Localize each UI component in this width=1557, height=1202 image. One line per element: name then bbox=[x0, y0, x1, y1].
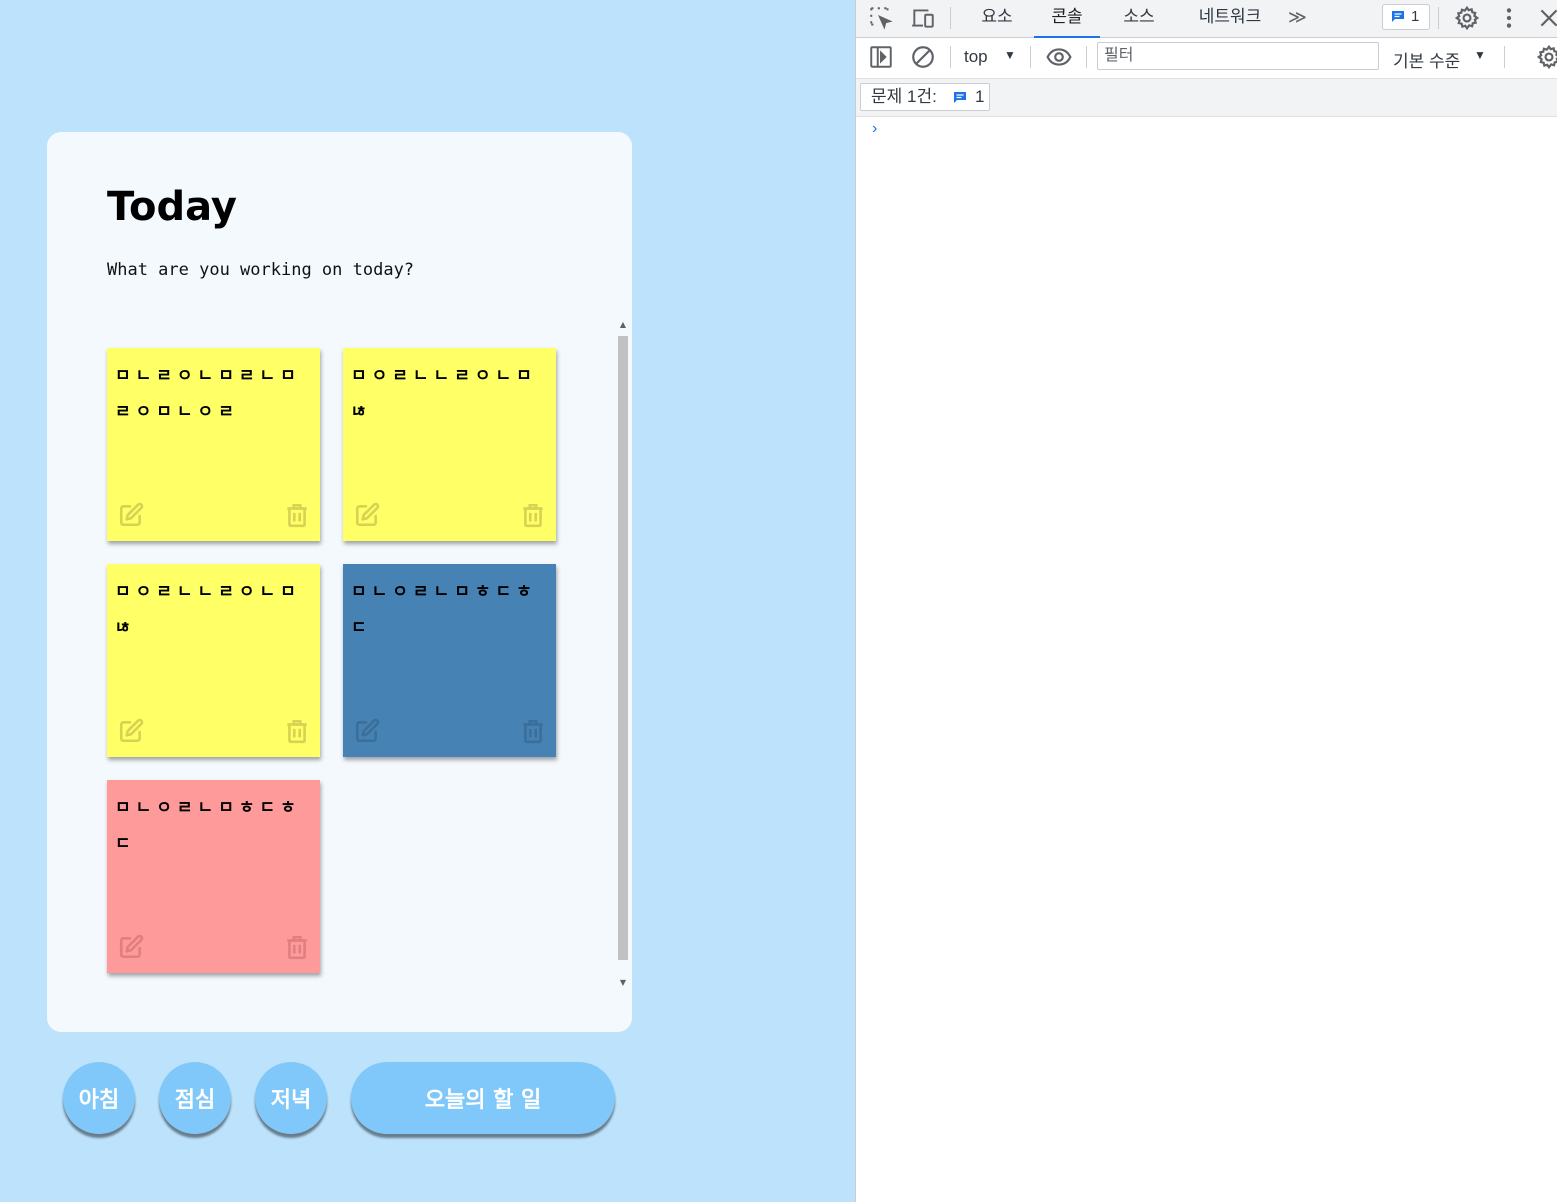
notes-scrollbar[interactable]: ▲ ▼ bbox=[616, 318, 630, 990]
more-options-icon[interactable] bbox=[1496, 5, 1522, 31]
trash-icon[interactable] bbox=[520, 502, 546, 528]
sticky-note[interactable]: ㅁㄴㅇㄹㄴㅁㅎㄷㅎㄷ bbox=[343, 564, 556, 757]
edit-icon[interactable] bbox=[118, 502, 144, 528]
scroll-down-arrow-icon[interactable]: ▼ bbox=[616, 976, 630, 990]
tab-network[interactable]: 네트워크 bbox=[1182, 0, 1278, 36]
toolbar-divider bbox=[1030, 46, 1031, 68]
today-card: Today What are you working on today? ㅁㄴㄹ… bbox=[47, 132, 632, 1032]
sticky-note[interactable]: ㅁㄴㄹㅇㄴㅁㄹㄴㅁㄹㅇㅁㄴㅇㄹ bbox=[107, 348, 320, 541]
message-icon bbox=[1392, 11, 1404, 22]
lunch-button[interactable]: 점심 bbox=[159, 1062, 231, 1134]
trash-icon[interactable] bbox=[520, 718, 546, 744]
sticky-note[interactable]: ㅁㅇㄹㄴㄴㄹㅇㄴㅁㄶ bbox=[107, 564, 320, 757]
live-expression-eye-icon[interactable] bbox=[1046, 44, 1072, 70]
message-icon bbox=[954, 92, 966, 103]
tab-elements[interactable]: 요소 bbox=[966, 0, 1028, 36]
log-level-selector[interactable]: 기본 수준 bbox=[1393, 47, 1460, 72]
page-title: Today bbox=[107, 184, 237, 230]
inspect-element-icon[interactable] bbox=[868, 5, 894, 31]
context-selector[interactable]: top bbox=[964, 47, 988, 67]
edit-icon[interactable] bbox=[354, 718, 380, 744]
issues-label: 문제 1건: bbox=[871, 87, 937, 106]
issues-badge-count: 1 bbox=[1411, 8, 1420, 25]
sticky-note[interactable]: ㅁㄴㅇㄹㄴㅁㅎㄷㅎㄷ bbox=[107, 780, 320, 973]
note-text: ㅁㄴㅇㄹㄴㅁㅎㄷㅎㄷ bbox=[351, 582, 537, 638]
device-toolbar-icon[interactable] bbox=[910, 5, 936, 31]
trash-icon[interactable] bbox=[284, 718, 310, 744]
note-text: ㅁㅇㄹㄴㄴㄹㅇㄴㅁㄶ bbox=[115, 582, 301, 638]
dinner-button[interactable]: 저녁 bbox=[255, 1062, 327, 1134]
settings-gear-icon[interactable] bbox=[1454, 5, 1480, 31]
console-prompt-chevron-icon[interactable]: › bbox=[872, 120, 877, 138]
note-text: ㅁㄴㅇㄹㄴㅁㅎㄷㅎㄷ bbox=[115, 798, 301, 854]
tab-console[interactable]: 콘솔 bbox=[1034, 0, 1100, 38]
edit-icon[interactable] bbox=[118, 718, 144, 744]
issues-link[interactable]: 문제 1건: 1 bbox=[860, 83, 990, 111]
morning-button[interactable]: 아침 bbox=[63, 1062, 135, 1134]
log-level-dropdown-arrow-icon[interactable]: ▼ bbox=[1474, 48, 1486, 62]
devtools-tab-bar: 요소 콘솔 소스 네트워크 ≫ 1 bbox=[856, 0, 1557, 38]
tab-sources[interactable]: 소스 bbox=[1108, 0, 1170, 36]
close-devtools-icon[interactable] bbox=[1536, 5, 1557, 31]
toolbar-divider bbox=[1438, 7, 1439, 29]
scrollbar-thumb[interactable] bbox=[618, 336, 628, 960]
trash-icon[interactable] bbox=[284, 934, 310, 960]
more-tabs-icon[interactable]: ≫ bbox=[1288, 0, 1307, 36]
scroll-up-arrow-icon[interactable]: ▲ bbox=[616, 318, 630, 332]
console-filter-input[interactable] bbox=[1097, 42, 1379, 70]
note-text: ㅁㄴㄹㅇㄴㅁㄹㄴㅁㄹㅇㅁㄴㅇㄹ bbox=[115, 366, 301, 422]
edit-icon[interactable] bbox=[118, 934, 144, 960]
devtools-panel: 요소 콘솔 소스 네트워크 ≫ 1 top ▼ 필터 기본 수준 ▼ 문제 1건… bbox=[855, 0, 1557, 1202]
console-sidebar-icon[interactable] bbox=[868, 44, 894, 70]
console-settings-gear-icon[interactable] bbox=[1536, 44, 1557, 70]
issues-count: 1 bbox=[975, 87, 985, 106]
toolbar-divider bbox=[950, 7, 951, 29]
issues-badge[interactable]: 1 bbox=[1382, 4, 1430, 30]
note-text: ㅁㅇㄹㄴㄴㄹㅇㄴㅁㄶ bbox=[351, 366, 537, 422]
toolbar-divider bbox=[1504, 46, 1505, 68]
today-todo-button[interactable]: 오늘의 할 일 bbox=[351, 1062, 615, 1134]
toolbar-divider bbox=[950, 46, 951, 68]
app-area: Today What are you working on today? ㅁㄴㄹ… bbox=[0, 0, 855, 1202]
toolbar-divider bbox=[1086, 46, 1087, 68]
context-dropdown-arrow-icon[interactable]: ▼ bbox=[1004, 48, 1016, 62]
clear-console-icon[interactable] bbox=[910, 44, 936, 70]
issues-bar: 문제 1건: 1 bbox=[856, 79, 1557, 117]
edit-icon[interactable] bbox=[354, 502, 380, 528]
sticky-note[interactable]: ㅁㅇㄹㄴㄴㄹㅇㄴㅁㄶ bbox=[343, 348, 556, 541]
page-subtitle: What are you working on today? bbox=[107, 260, 415, 280]
trash-icon[interactable] bbox=[284, 502, 310, 528]
console-toolbar: top ▼ 기본 수준 ▼ bbox=[856, 38, 1557, 79]
